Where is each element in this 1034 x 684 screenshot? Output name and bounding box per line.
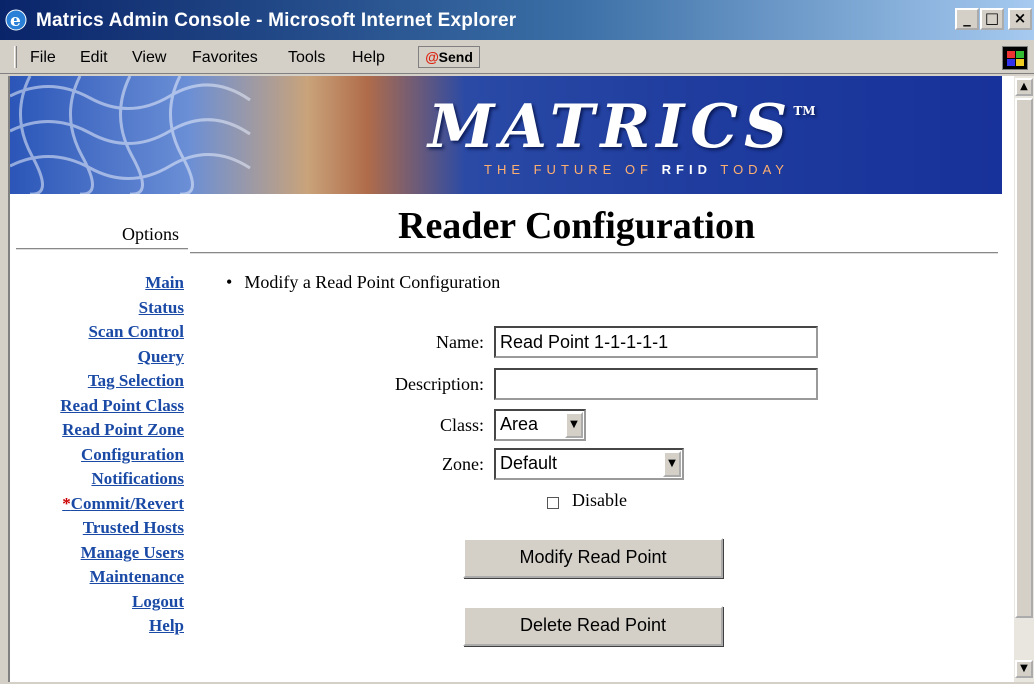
nav-logout[interactable]: Logout	[10, 590, 184, 615]
title-bar: e Matrics Admin Console - Microsoft Inte…	[0, 0, 1034, 40]
zone-select[interactable]: Default ▼	[494, 448, 684, 480]
chevron-down-icon[interactable]: ▼	[565, 412, 583, 438]
scroll-down-arrow-icon[interactable]: ▼	[1015, 660, 1033, 678]
windows-logo-icon	[1002, 46, 1028, 70]
disable-label: Disable	[572, 490, 627, 510]
nav-commit-revert[interactable]: *Commit/Revert	[10, 492, 184, 517]
chevron-down-icon[interactable]: ▼	[663, 451, 681, 477]
menu-bar: File Edit View Favorites Tools Help @Sen…	[0, 40, 1034, 74]
description-input[interactable]	[494, 368, 818, 400]
nav-help[interactable]: Help	[10, 614, 184, 639]
send-icon: @	[425, 49, 439, 65]
menu-view[interactable]: View	[132, 49, 166, 67]
maximize-button[interactable]: □	[980, 8, 1004, 30]
class-label: Class:	[439, 415, 484, 435]
banner-mesh-graphic	[10, 76, 251, 194]
matrics-logo: MATRICSTM	[428, 92, 816, 162]
svg-text:e: e	[10, 11, 21, 31]
nav-main[interactable]: Main	[10, 271, 184, 296]
name-input[interactable]	[494, 326, 818, 358]
send-label: Send	[438, 49, 473, 65]
nav-notifications[interactable]: Notifications	[10, 467, 184, 492]
page-title: Reader Configuration	[398, 205, 756, 247]
name-label: Name:	[436, 332, 484, 352]
zone-label: Zone:	[442, 454, 484, 474]
menu-help[interactable]: Help	[352, 49, 385, 67]
sidebar-divider	[16, 248, 188, 250]
sidebar-nav: Main Status Scan Control Query Tag Selec…	[10, 271, 184, 639]
section-heading: Modify a Read Point Configuration	[226, 272, 500, 293]
scroll-up-arrow-icon[interactable]: ▲	[1015, 78, 1033, 96]
unsaved-marker: *	[62, 493, 71, 513]
menu-favorites[interactable]: Favorites	[192, 49, 258, 67]
nav-tag-selection[interactable]: Tag Selection	[10, 369, 184, 394]
minimize-button[interactable]: _	[955, 8, 979, 30]
banner-tagline: THE FUTURE OF RFID TODAY	[484, 162, 789, 177]
zone-select-value: Default	[500, 453, 558, 473]
modify-read-point-button[interactable]: Modify Read Point	[463, 538, 723, 578]
disable-checkbox[interactable]	[547, 497, 559, 509]
send-button[interactable]: @Send	[418, 46, 480, 68]
nav-commit-revert-label: Commit/Revert	[70, 493, 184, 513]
class-select-value: Area	[500, 414, 539, 434]
nav-maintenance[interactable]: Maintenance	[10, 565, 184, 590]
internet-explorer-icon: e	[5, 9, 27, 31]
window-title: Matrics Admin Console - Microsoft Intern…	[36, 10, 517, 31]
menu-tools[interactable]: Tools	[288, 49, 325, 67]
nav-scan-control[interactable]: Scan Control	[10, 320, 184, 345]
nav-read-point-class[interactable]: Read Point Class	[10, 394, 184, 419]
close-button[interactable]: ×	[1008, 8, 1032, 30]
nav-configuration[interactable]: Configuration	[10, 443, 184, 468]
nav-status[interactable]: Status	[10, 296, 184, 321]
description-label: Description:	[395, 374, 484, 394]
scroll-thumb[interactable]	[1015, 98, 1033, 618]
menu-edit[interactable]: Edit	[80, 49, 108, 67]
delete-read-point-button[interactable]: Delete Read Point	[463, 606, 723, 646]
nav-read-point-zone[interactable]: Read Point Zone	[10, 418, 184, 443]
menu-file[interactable]: File	[30, 49, 56, 67]
nav-query[interactable]: Query	[10, 345, 184, 370]
matrics-banner: MATRICSTM THE FUTURE OF RFID TODAY	[10, 76, 1002, 194]
vertical-scrollbar[interactable]: ▲ ▼	[1014, 76, 1034, 682]
toolbar-grip	[14, 46, 17, 68]
class-select[interactable]: Area ▼	[494, 409, 586, 441]
options-heading: Options	[122, 224, 180, 244]
nav-manage-users[interactable]: Manage Users	[10, 541, 184, 566]
title-divider	[190, 252, 998, 254]
browser-viewport: MATRICSTM THE FUTURE OF RFID TODAY Optio…	[8, 76, 1014, 682]
nav-trusted-hosts[interactable]: Trusted Hosts	[10, 516, 184, 541]
